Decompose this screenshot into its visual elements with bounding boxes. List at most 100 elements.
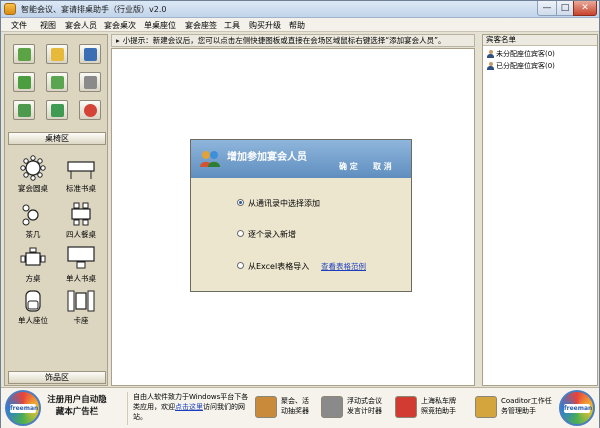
hint-bar: ▸ 小提示：新建会议后，您可以点击左侧快捷图板或直接在会场区域鼠标右键选择“添加宴… bbox=[111, 34, 475, 47]
freeman-logo[interactable]: freeman bbox=[5, 390, 41, 426]
add-person-icon bbox=[18, 76, 31, 89]
purchase-button[interactable] bbox=[46, 100, 68, 120]
ad-bar: freeman 注册用户自动隐藏本广告栏 自由人软件致力于Windows平台下各… bbox=[1, 387, 599, 428]
freeman-logo-right[interactable]: freeman bbox=[559, 390, 595, 426]
option-excel-import[interactable]: 从Excel表格导入 bbox=[237, 261, 309, 272]
radio-button[interactable] bbox=[237, 230, 244, 237]
menu-help[interactable]: 帮助 bbox=[289, 20, 305, 31]
close-button[interactable]: ✕ bbox=[573, 1, 597, 16]
hint-text: 小提示：新建会议后，您可以点击左侧快捷图板或直接在会场区域鼠标右键选择“添加宴会… bbox=[122, 36, 446, 45]
dialog-header: 增加参加宴会人员 确 定 取 消 bbox=[191, 140, 411, 178]
confirm-button[interactable]: 确 定 bbox=[339, 161, 358, 172]
open-folder-icon bbox=[51, 48, 64, 61]
product-timer[interactable]: 浮动式会议 发言计时器 bbox=[321, 394, 391, 424]
round-table-icon bbox=[20, 155, 46, 181]
save-button[interactable] bbox=[79, 44, 101, 64]
radio-button[interactable] bbox=[237, 199, 244, 206]
power-icon bbox=[84, 104, 97, 117]
open-button[interactable] bbox=[46, 44, 68, 64]
title-bar[interactable]: 智能会议、宴请排桌助手（行业版）v2.0 — □ ✕ bbox=[1, 1, 599, 18]
furniture-single-desk[interactable]: 单人书桌 bbox=[61, 245, 101, 284]
product-coaditor[interactable]: Coaditor工作任 务管理助手 bbox=[475, 394, 555, 424]
triangle-right-icon: ▸ bbox=[116, 36, 120, 45]
printer-icon bbox=[84, 76, 97, 89]
furniture-square-table[interactable]: 方桌 bbox=[15, 247, 51, 284]
save-disk-icon bbox=[84, 48, 97, 61]
option-from-contacts[interactable]: 从通讯录中选择添加 bbox=[237, 198, 320, 209]
add-guest-button[interactable] bbox=[13, 72, 35, 92]
single-seat-icon bbox=[25, 290, 41, 312]
exit-button[interactable] bbox=[79, 100, 101, 120]
cancel-button[interactable]: 取 消 bbox=[373, 161, 392, 172]
option-label: 逐个录入新增 bbox=[248, 230, 296, 239]
furniture-label: 卡座 bbox=[73, 316, 89, 325]
radio-button[interactable] bbox=[237, 262, 244, 269]
menu-tools[interactable]: 工具 bbox=[224, 20, 240, 31]
furniture-label: 单人座位 bbox=[18, 316, 48, 325]
maximize-button[interactable]: □ bbox=[556, 1, 574, 16]
car-thumb-icon bbox=[395, 396, 417, 418]
guest-list-header: 宾客名单 bbox=[483, 35, 597, 46]
layout-green-icon bbox=[51, 76, 64, 89]
tree-item-label: 未分配座位宾客(0) bbox=[496, 50, 555, 58]
new-meeting-button[interactable] bbox=[13, 44, 35, 64]
furniture-four-seat-table[interactable]: 四人餐桌 bbox=[61, 201, 101, 240]
decor-section-header[interactable]: 饰品区 bbox=[8, 371, 106, 384]
tables-section-header[interactable]: 桌椅区 bbox=[8, 132, 106, 145]
furniture-label: 四人餐桌 bbox=[66, 230, 96, 239]
export-button[interactable] bbox=[13, 100, 35, 120]
menu-place-cards[interactable]: 宴会座签 bbox=[185, 20, 217, 31]
menu-file[interactable]: 文件 bbox=[11, 20, 27, 31]
furniture-label: 方桌 bbox=[25, 274, 41, 283]
single-desk-icon bbox=[67, 246, 95, 269]
dialog-title: 增加参加宴会人员 bbox=[227, 152, 307, 163]
furniture-single-seat[interactable]: 单人座位 bbox=[13, 289, 53, 326]
menu-tables[interactable]: 宴会桌次 bbox=[104, 20, 136, 31]
lottery-thumb-icon bbox=[255, 396, 277, 418]
ad-register-text: 注册用户自动隐藏本广告栏 bbox=[47, 395, 107, 417]
tree-item-assigned[interactable]: 已分配座位宾客(0) bbox=[487, 61, 555, 71]
layout-button[interactable] bbox=[46, 72, 68, 92]
booth-icon bbox=[67, 290, 95, 312]
minimize-button[interactable]: — bbox=[537, 1, 557, 16]
furniture-booth[interactable]: 卡座 bbox=[61, 289, 101, 326]
ad-description: 自由人软件致力于Windows平台下各类应用，欢迎点击这里访问我们的网站。 bbox=[133, 393, 249, 421]
person-icon bbox=[487, 50, 494, 58]
tree-item-unassigned[interactable]: 未分配座位宾客(0) bbox=[487, 49, 555, 59]
export-arrow-icon bbox=[18, 104, 31, 117]
tree-item-label: 已分配座位宾客(0) bbox=[496, 62, 555, 70]
menu-upgrade[interactable]: 购买升级 bbox=[249, 20, 281, 31]
option-label: 从Excel表格导入 bbox=[248, 262, 310, 271]
furniture-label: 标准书桌 bbox=[66, 184, 96, 193]
product-plate-auction[interactable]: 上海私车牌 照竞拍助手 bbox=[395, 394, 471, 424]
left-toolbox: 桌椅区 宴会圆桌 标准书桌 茶几 四人餐桌 方桌 单人书桌 单人座位 卡座 饰品… bbox=[4, 34, 108, 386]
print-button[interactable] bbox=[79, 72, 101, 92]
new-plus-icon bbox=[18, 48, 31, 61]
divider bbox=[127, 392, 128, 425]
coaditor-thumb-icon bbox=[475, 396, 497, 418]
timer-thumb-icon bbox=[321, 396, 343, 418]
menu-view[interactable]: 视图 bbox=[40, 20, 56, 31]
furniture-standard-desk[interactable]: 标准书桌 bbox=[61, 159, 101, 194]
sample-table-link[interactable]: 查看表格范例 bbox=[321, 261, 366, 272]
option-manual-entry[interactable]: 逐个录入新增 bbox=[237, 229, 296, 240]
menu-bar: 文件 视图 宴会人员 宴会桌次 单桌座位 宴会座签 工具 购买升级 帮助 bbox=[1, 18, 599, 32]
guest-list-panel: 宾客名单 未分配座位宾客(0) 已分配座位宾客(0) bbox=[482, 34, 598, 386]
product-lottery[interactable]: 聚会、活 动抽奖器 bbox=[255, 394, 317, 424]
four-seat-table-icon bbox=[71, 202, 91, 226]
currency-icon bbox=[51, 104, 64, 117]
square-table-icon bbox=[20, 247, 46, 266]
visit-site-link[interactable]: 点击这里 bbox=[175, 403, 203, 411]
furniture-round-table[interactable]: 宴会圆桌 bbox=[15, 155, 51, 194]
option-label: 从通讯录中选择添加 bbox=[248, 199, 320, 208]
app-icon bbox=[4, 3, 16, 15]
app-window: 智能会议、宴请排桌助手（行业版）v2.0 — □ ✕ 文件 视图 宴会人员 宴会… bbox=[0, 0, 600, 428]
furniture-label: 单人书桌 bbox=[66, 274, 96, 283]
furniture-label: 茶几 bbox=[25, 230, 41, 239]
window-title: 智能会议、宴请排桌助手（行业版）v2.0 bbox=[21, 5, 167, 14]
menu-guests[interactable]: 宴会人员 bbox=[65, 20, 97, 31]
menu-seats[interactable]: 单桌座位 bbox=[144, 20, 176, 31]
people-group-icon bbox=[200, 151, 220, 167]
add-guest-dialog: 增加参加宴会人员 确 定 取 消 从通讯录中选择添加 逐个录入新增 从Excel… bbox=[190, 139, 412, 292]
furniture-tea-table[interactable]: 茶几 bbox=[15, 203, 51, 240]
